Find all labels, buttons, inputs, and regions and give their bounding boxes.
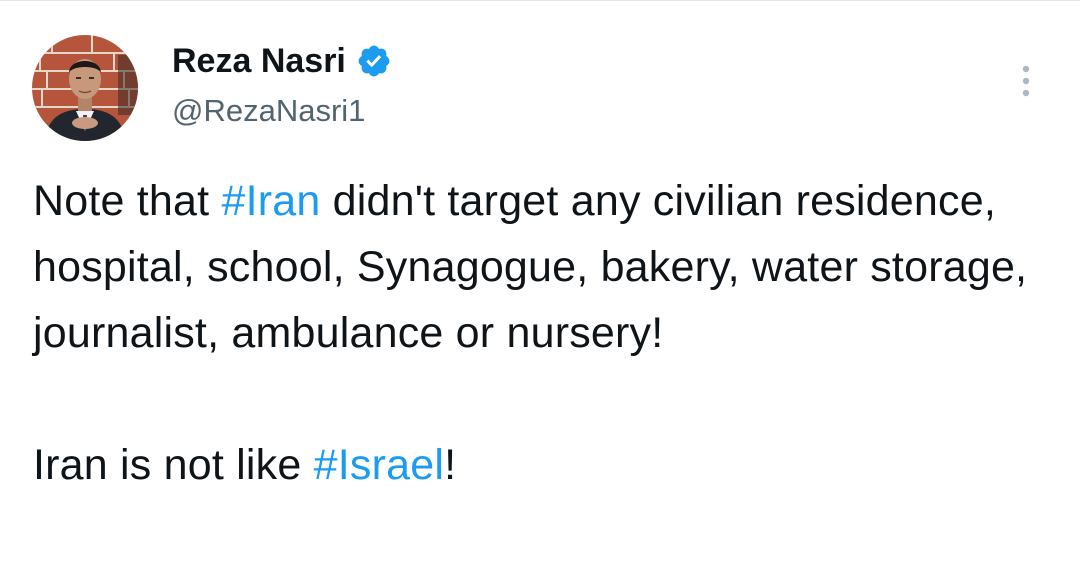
author-name-row: Reza Nasri [172,39,392,83]
tweet-text-segment: Note that [33,177,222,225]
tweet-paragraph-1: Note that #Iran didn't target any civili… [33,168,1063,366]
author-handle[interactable]: @RezaNasri1 [172,91,365,131]
tweet-paragraph-2: Iran is not like #Israel! [33,432,1063,498]
display-name[interactable]: Reza Nasri [172,39,346,83]
more-vertical-icon [1022,65,1030,97]
avatar[interactable] [32,35,138,141]
profile-photo [32,35,138,141]
hashtag-link-iran[interactable]: #Iran [221,177,320,225]
tweet-text: Note that #Iran didn't target any civili… [33,168,1063,498]
more-options-button[interactable] [1004,59,1048,103]
verified-badge-icon[interactable] [356,43,392,79]
tweet-card[interactable]: Reza Nasri @RezaNasri1 Note that #Iran d… [0,0,1080,588]
tweet-text-segment: ! [444,441,457,489]
hashtag-link-israel[interactable]: #Israel [314,441,444,489]
tweet-text-segment: Iran is not like [33,441,314,489]
